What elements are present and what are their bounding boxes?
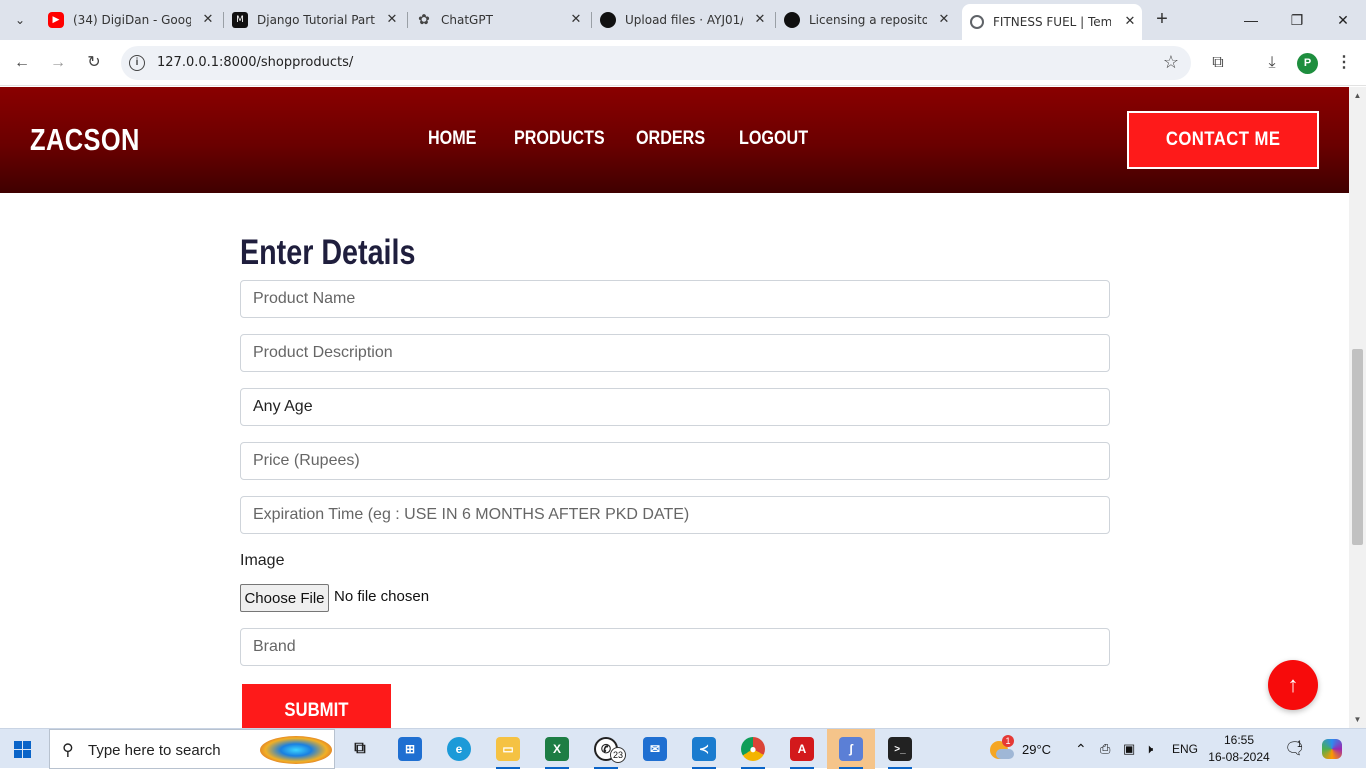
back-icon[interactable]: ← bbox=[10, 51, 34, 75]
close-tab-icon[interactable]: ✕ bbox=[1122, 14, 1138, 30]
browser-toolbar: ← → ↻ i 127.0.0.1:8000/shopproducts/ ☆ ⧉… bbox=[0, 40, 1366, 86]
file-status: No file chosen bbox=[334, 588, 430, 605]
tray-chevron-up-icon[interactable]: ⌃ bbox=[1075, 729, 1087, 769]
browser-tab-active[interactable]: FITNESS FUEL | Templ ✕ bbox=[962, 4, 1142, 40]
download-icon[interactable]: ⤓ bbox=[1260, 51, 1284, 75]
close-tab-icon[interactable]: ✕ bbox=[568, 12, 584, 28]
search-icon: ⚲ bbox=[62, 742, 74, 759]
windows-taskbar: ⚲ Type here to search ⧉ ⊞ e ▭ X ✆ 23 ✉ ≺… bbox=[0, 728, 1366, 769]
close-tab-icon[interactable]: ✕ bbox=[936, 12, 952, 28]
browser-tab[interactable]: M Django Tutorial Part 1 ✕ bbox=[224, 6, 404, 34]
age-field[interactable] bbox=[240, 388, 1110, 426]
scrollbar-thumb[interactable] bbox=[1352, 349, 1363, 545]
page-scrollbar[interactable]: ▲ ▼ bbox=[1349, 87, 1366, 728]
weather-temperature[interactable]: 29°C bbox=[1022, 729, 1051, 769]
choose-file-button[interactable]: Choose File bbox=[240, 584, 329, 612]
notification-badge: 1 bbox=[1297, 739, 1303, 749]
profile-avatar[interactable]: P bbox=[1297, 53, 1318, 74]
tab-search-dropdown-icon[interactable]: ⌄ bbox=[8, 8, 32, 32]
page-viewport: ZACSON HOME PRODUCTS ORDERS LOGOUT CONTA… bbox=[0, 87, 1349, 728]
image-label: Image bbox=[240, 552, 285, 569]
browser-tab[interactable]: Licensing a repository ✕ bbox=[776, 6, 956, 34]
taskbar-clock[interactable]: 16:55 16-08-2024 bbox=[1204, 732, 1274, 766]
close-tab-icon[interactable]: ✕ bbox=[384, 12, 400, 28]
python-app-icon[interactable]: ʃ bbox=[827, 729, 875, 769]
excel-icon[interactable]: X bbox=[533, 729, 581, 769]
task-view-icon[interactable]: ⧉ bbox=[336, 729, 384, 769]
menu-kebab-icon[interactable]: ⋮ bbox=[1332, 51, 1356, 75]
nav-orders[interactable]: ORDERS bbox=[636, 128, 705, 150]
mail-icon[interactable]: ✉ bbox=[631, 729, 679, 769]
notifications-icon[interactable]: 🗨 bbox=[1284, 729, 1306, 769]
terminal-icon[interactable]: >_ bbox=[876, 729, 924, 769]
nav-products[interactable]: PRODUCTS bbox=[514, 128, 605, 150]
youtube-icon: ▶ bbox=[48, 12, 64, 28]
nav-logout[interactable]: LOGOUT bbox=[739, 128, 808, 150]
medium-icon: M bbox=[232, 12, 248, 28]
acrobat-icon[interactable]: A bbox=[778, 729, 826, 769]
brand-input[interactable] bbox=[241, 629, 1109, 665]
chatgpt-icon: ✿ bbox=[418, 12, 430, 28]
github-icon bbox=[600, 12, 616, 28]
restore-icon[interactable]: ❐ bbox=[1285, 8, 1309, 32]
github-icon bbox=[784, 12, 800, 28]
age-input[interactable] bbox=[241, 389, 1109, 425]
address-bar[interactable]: i 127.0.0.1:8000/shopproducts/ ☆ bbox=[121, 46, 1191, 80]
submit-button[interactable]: SUBMIT bbox=[242, 684, 391, 728]
minimize-icon[interactable]: — bbox=[1239, 8, 1263, 32]
back-to-top-arrow-icon[interactable]: ↑ bbox=[1268, 660, 1318, 710]
product-name-field[interactable] bbox=[240, 280, 1110, 318]
edge-icon[interactable]: e bbox=[435, 729, 483, 769]
copilot-icon[interactable] bbox=[1322, 729, 1342, 769]
clock-date: 16-08-2024 bbox=[1208, 750, 1270, 764]
product-description-field[interactable] bbox=[240, 334, 1110, 372]
expiration-input[interactable] bbox=[241, 497, 1109, 533]
site-header: ZACSON HOME PRODUCTS ORDERS LOGOUT CONTA… bbox=[0, 87, 1349, 193]
form-title: Enter Details bbox=[240, 233, 416, 272]
clock-time: 16:55 bbox=[1223, 733, 1255, 747]
expiration-field[interactable] bbox=[240, 496, 1110, 534]
browser-tab[interactable]: Upload files · AYJ01/F ✕ bbox=[592, 6, 772, 34]
contact-me-button[interactable]: CONTACT ME bbox=[1127, 111, 1319, 169]
whatsapp-icon[interactable]: ✆ 23 bbox=[582, 729, 630, 769]
price-input[interactable] bbox=[241, 443, 1109, 479]
forward-icon[interactable]: → bbox=[46, 51, 70, 75]
reload-icon[interactable]: ↻ bbox=[82, 51, 106, 75]
weather-icon[interactable]: 1 bbox=[990, 735, 1014, 761]
globe-icon bbox=[970, 15, 984, 29]
product-name-input[interactable] bbox=[241, 281, 1109, 317]
browser-tab[interactable]: ✿ ChatGPT ✕ bbox=[408, 6, 588, 34]
site-logo[interactable]: ZACSON bbox=[30, 122, 140, 158]
bookmark-star-icon[interactable]: ☆ bbox=[1163, 52, 1179, 73]
vscode-icon[interactable]: ≺ bbox=[680, 729, 728, 769]
volume-muted-icon[interactable]: 🕨 bbox=[1145, 729, 1153, 769]
close-tab-icon[interactable]: ✕ bbox=[200, 12, 216, 28]
brand-field[interactable] bbox=[240, 628, 1110, 666]
price-field[interactable] bbox=[240, 442, 1110, 480]
chrome-icon[interactable]: ● bbox=[729, 729, 777, 769]
product-description-input[interactable] bbox=[241, 335, 1109, 371]
close-window-icon[interactable]: ✕ bbox=[1331, 8, 1355, 32]
tray-device-icon[interactable]: ⎙ bbox=[1100, 729, 1110, 769]
new-tab-icon[interactable]: + bbox=[1150, 8, 1174, 32]
site-info-icon[interactable]: i bbox=[129, 55, 145, 71]
extensions-icon[interactable]: ⧉ bbox=[1206, 51, 1230, 75]
scroll-down-arrow-icon[interactable]: ▼ bbox=[1353, 715, 1362, 724]
scroll-up-arrow-icon[interactable]: ▲ bbox=[1353, 91, 1362, 100]
url-text[interactable]: 127.0.0.1:8000/shopproducts/ bbox=[157, 55, 353, 70]
nav-home[interactable]: HOME bbox=[428, 128, 476, 150]
search-highlight-image bbox=[260, 736, 332, 764]
language-indicator[interactable]: ENG bbox=[1172, 729, 1198, 769]
microsoft-store-icon[interactable]: ⊞ bbox=[386, 729, 434, 769]
close-tab-icon[interactable]: ✕ bbox=[752, 12, 768, 28]
file-explorer-icon[interactable]: ▭ bbox=[484, 729, 532, 769]
browser-tab[interactable]: ▶ (34) DigiDan - Google ✕ bbox=[40, 6, 220, 34]
windows-start-icon[interactable] bbox=[14, 741, 31, 758]
network-icon[interactable]: ▣ bbox=[1123, 729, 1135, 769]
browser-tab-strip: ⌄ ▶ (34) DigiDan - Google ✕ M Django Tut… bbox=[0, 0, 1366, 40]
taskbar-search[interactable]: ⚲ Type here to search bbox=[49, 729, 335, 769]
whatsapp-badge: 23 bbox=[610, 747, 626, 763]
